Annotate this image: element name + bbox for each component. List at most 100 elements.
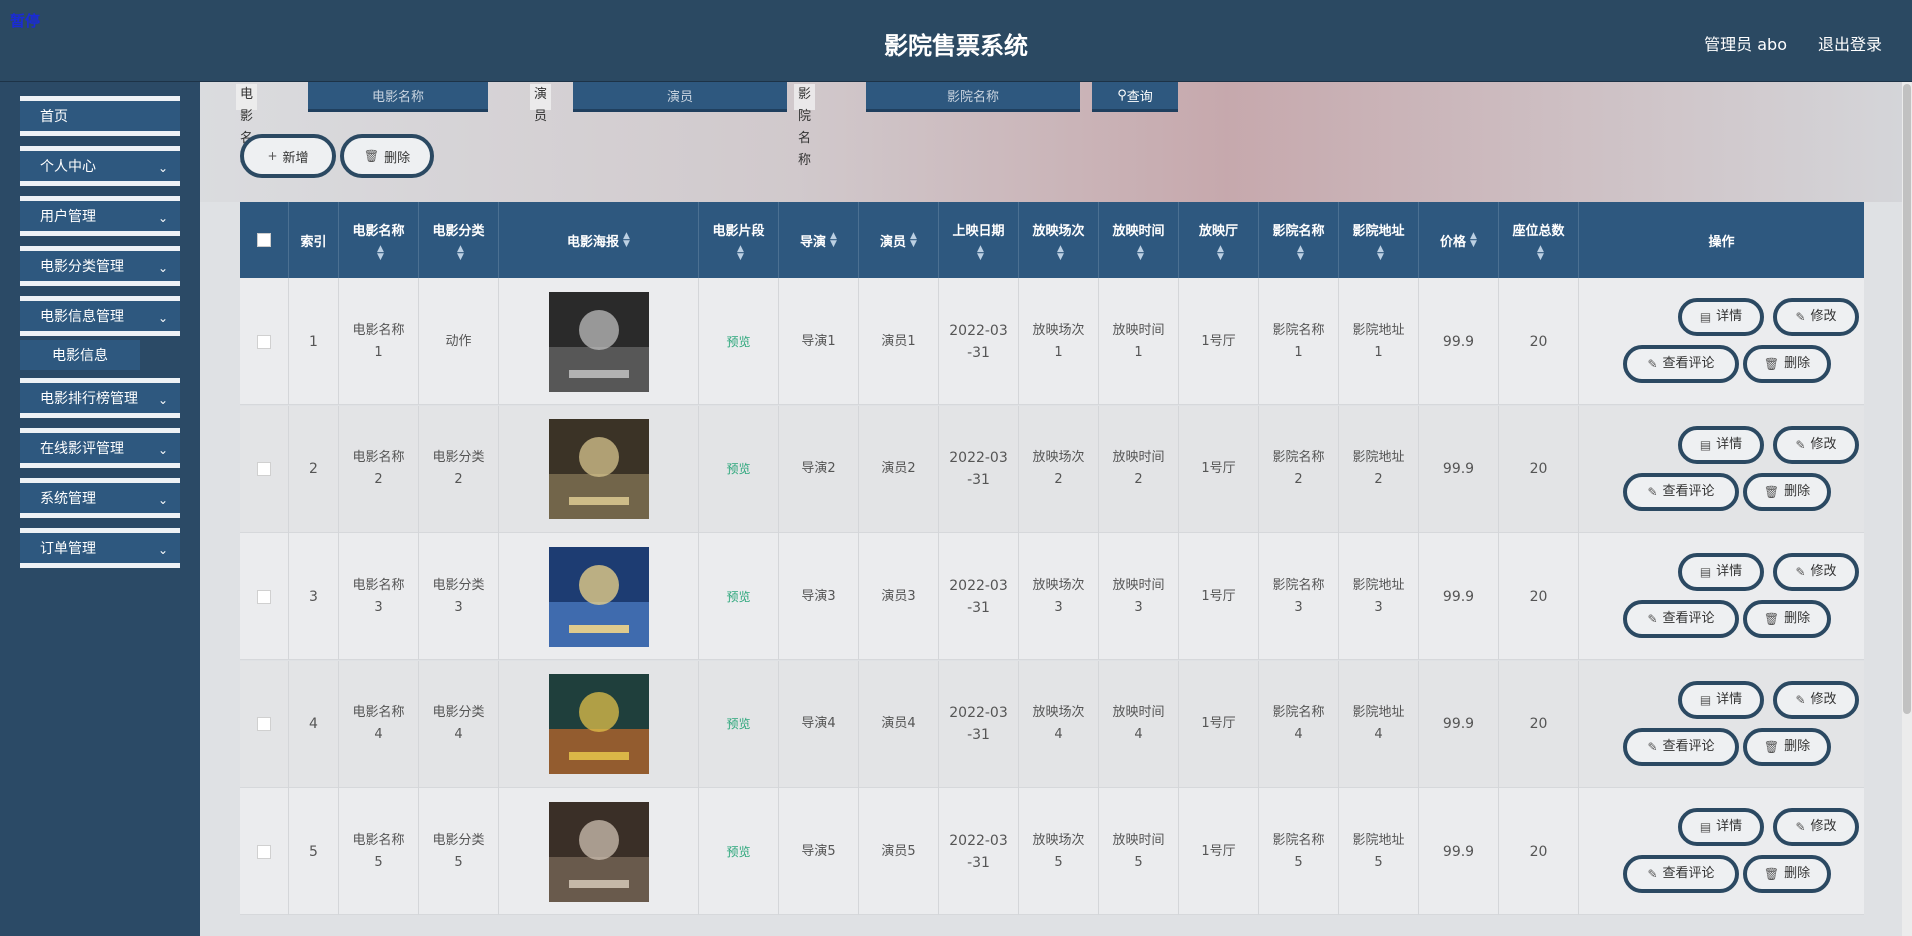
movie-poster-image[interactable]	[548, 419, 649, 519]
sort-icon[interactable]: ▲ ▼	[377, 244, 384, 261]
preview-link[interactable]: 预览	[726, 331, 750, 353]
view-reviews-button[interactable]: ✎ 查看评论	[1623, 855, 1739, 893]
sort-icon[interactable]: ▲ ▼	[623, 232, 630, 249]
header-cinema-address[interactable]: 影院地址 ▲ ▼	[1339, 202, 1419, 278]
preview-link[interactable]: 预览	[726, 586, 750, 608]
actor-input[interactable]: 演员	[573, 82, 787, 112]
scrollbar-thumb[interactable]	[1903, 84, 1911, 714]
index-value: 2	[309, 461, 318, 477]
add-button[interactable]: + 新增	[240, 134, 336, 178]
sidebar-item-movie-info-management[interactable]: 电影信息管理 ⌄	[20, 296, 180, 336]
sidebar-subitem-movie-info[interactable]: 电影信息	[20, 340, 140, 370]
query-button[interactable]: ⚲ 查询	[1092, 82, 1178, 112]
cinema-name-label: 影院名称	[794, 84, 816, 168]
delete-button[interactable]: 🗑 删除	[1743, 600, 1831, 638]
header-release-date[interactable]: 上映日期 ▲ ▼	[939, 202, 1019, 278]
sidebar-item-home[interactable]: 首页	[20, 96, 180, 136]
select-all-checkbox[interactable]	[257, 233, 271, 247]
detail-button[interactable]: ▤ 详情	[1678, 298, 1764, 336]
delete-button[interactable]: 🗑 删除	[1743, 472, 1831, 511]
edit-button[interactable]: ✎ 修改	[1773, 808, 1859, 846]
row-checkbox-cell	[240, 533, 289, 660]
sidebar-item-label: 在线影评管理	[40, 441, 124, 457]
scrollbar[interactable]	[1902, 82, 1912, 936]
release-date-part1: 2022-03	[949, 577, 1008, 594]
sidebar-item-personal-center[interactable]: 个人中心 ⌄	[20, 146, 180, 186]
edit-button[interactable]: ✎ 修改	[1773, 298, 1859, 336]
header-session[interactable]: 放映场次 ▲ ▼	[1019, 202, 1099, 278]
sidebar-item-system-management[interactable]: 系统管理 ⌄	[20, 478, 180, 518]
header-hall[interactable]: 放映厅 ▲ ▼	[1179, 202, 1259, 278]
header-price[interactable]: 价格 ▲ ▼	[1419, 202, 1499, 278]
index-value: 5	[309, 843, 318, 860]
header-seat-total[interactable]: 座位总数 ▲ ▼	[1499, 202, 1579, 278]
header-cinema-name[interactable]: 影院名称 ▲ ▼	[1259, 202, 1339, 278]
sort-icon[interactable]: ▲ ▼	[1137, 244, 1144, 261]
sort-icon[interactable]: ▲ ▼	[1057, 244, 1064, 261]
edit-button[interactable]: ✎ 修改	[1773, 425, 1859, 464]
detail-button[interactable]: ▤ 详情	[1678, 808, 1764, 846]
sort-icon[interactable]: ▲ ▼	[1470, 232, 1477, 249]
sort-icon[interactable]: ▲ ▼	[830, 232, 837, 249]
view-reviews-button[interactable]: ✎ 查看评论	[1623, 472, 1739, 511]
showtime-number: 1	[1134, 344, 1143, 360]
movie-poster-image[interactable]	[548, 801, 649, 902]
preview-link[interactable]: 预览	[726, 713, 750, 735]
sort-icon[interactable]: ▲ ▼	[1537, 244, 1544, 261]
row-checkbox[interactable]	[257, 589, 271, 604]
sidebar-item-label: 订单管理	[40, 541, 96, 557]
sort-icon[interactable]: ▲ ▼	[1297, 244, 1304, 261]
cinema-name-input[interactable]: 影院名称	[866, 82, 1080, 112]
detail-button[interactable]: ▤ 详情	[1678, 553, 1764, 591]
view-reviews-label: 查看评论	[1662, 611, 1715, 626]
header-movie-poster[interactable]: 电影海报 ▲ ▼	[499, 202, 699, 278]
category-text: 电影分类	[432, 577, 485, 593]
movie-poster-image[interactable]	[548, 674, 649, 774]
logout-link[interactable]: 退出登录	[1818, 31, 1882, 55]
index-value: 1	[309, 333, 318, 350]
edit-button[interactable]: ✎ 修改	[1773, 680, 1859, 719]
sort-icon[interactable]: ▲ ▼	[737, 244, 744, 261]
delete-button[interactable]: 🗑 删除	[1743, 727, 1831, 766]
sort-icon[interactable]: ▲ ▼	[1217, 244, 1224, 261]
view-reviews-button[interactable]: ✎ 查看评论	[1623, 727, 1739, 766]
delete-button[interactable]: 🗑 删除	[1743, 855, 1831, 893]
sidebar-item-review-management[interactable]: 在线影评管理 ⌄	[20, 428, 180, 468]
sidebar-item-order-management[interactable]: 订单管理 ⌄	[20, 528, 180, 568]
header-label: 导演	[800, 234, 827, 250]
header-director[interactable]: 导演 ▲ ▼	[779, 202, 859, 278]
sort-icon[interactable]: ▲ ▼	[457, 244, 464, 261]
cinema-address-text: 影院地址	[1352, 832, 1405, 848]
preview-link[interactable]: 预览	[726, 458, 750, 480]
view-reviews-button[interactable]: ✎ 查看评论	[1623, 600, 1739, 638]
view-reviews-button[interactable]: ✎ 查看评论	[1623, 345, 1739, 383]
trash-icon: 🗑	[1763, 484, 1780, 499]
movie-poster-image[interactable]	[548, 291, 649, 392]
row-checkbox[interactable]	[257, 334, 271, 349]
sidebar-item-category-management[interactable]: 电影分类管理 ⌄	[20, 246, 180, 286]
header-index[interactable]: 索引	[289, 202, 339, 278]
sidebar-item-user-management[interactable]: 用户管理 ⌄	[20, 196, 180, 236]
delete-button[interactable]: 🗑 删除	[1743, 345, 1831, 383]
row-checkbox[interactable]	[257, 844, 271, 859]
sort-icon[interactable]: ▲ ▼	[910, 232, 917, 249]
header-showtime[interactable]: 放映时间 ▲ ▼	[1099, 202, 1179, 278]
movie-poster-image[interactable]	[548, 546, 649, 647]
detail-button[interactable]: ▤ 详情	[1678, 425, 1764, 464]
row-checkbox[interactable]	[257, 717, 271, 731]
cinema-address-text: 影院地址	[1352, 705, 1405, 720]
movie-name-input[interactable]: 电影名称	[308, 82, 488, 112]
header-movie-name[interactable]: 电影名称 ▲ ▼	[339, 202, 419, 278]
header-movie-category[interactable]: 电影分类 ▲ ▼	[419, 202, 499, 278]
detail-button[interactable]: ▤ 详情	[1678, 680, 1764, 719]
header-actor[interactable]: 演员 ▲ ▼	[859, 202, 939, 278]
header-movie-clip[interactable]: 电影片段 ▲ ▼	[699, 202, 779, 278]
delete-selected-button[interactable]: 🗑 删除	[340, 134, 434, 178]
row-checkbox[interactable]	[257, 462, 271, 476]
cell-director: 导演1	[779, 278, 859, 405]
sidebar-item-ranking-management[interactable]: 电影排行榜管理 ⌄	[20, 378, 180, 418]
sort-icon[interactable]: ▲ ▼	[1377, 244, 1384, 261]
sort-icon[interactable]: ▲ ▼	[977, 244, 984, 261]
preview-link[interactable]: 预览	[726, 841, 750, 863]
edit-button[interactable]: ✎ 修改	[1773, 553, 1859, 591]
